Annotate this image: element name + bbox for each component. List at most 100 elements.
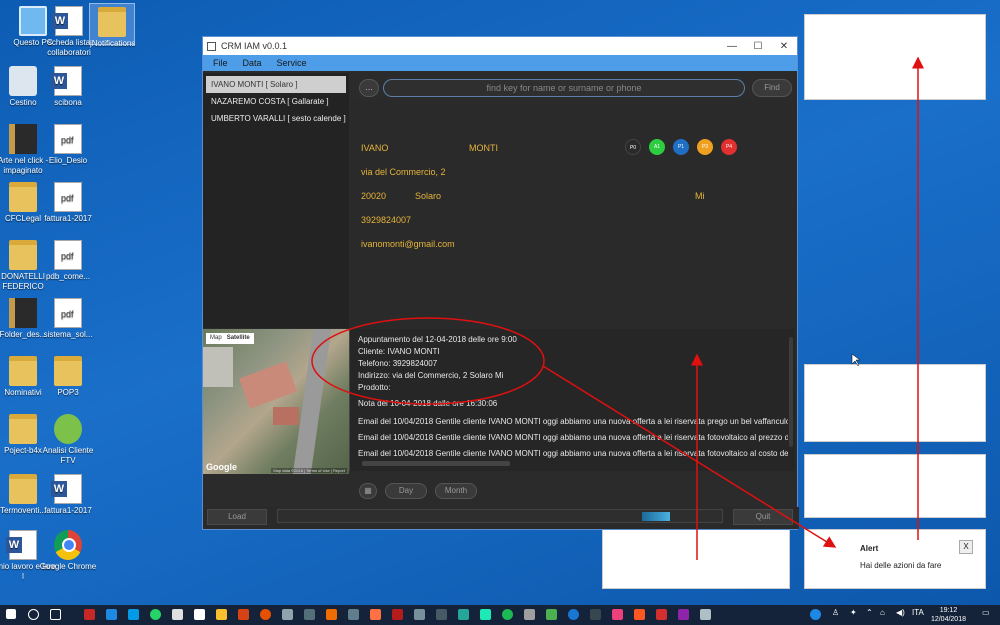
desktop-icon-label: sistema_sol... [43, 330, 93, 339]
field-city[interactable]: Solaro [415, 191, 441, 201]
tray-icon[interactable]: ✦ [850, 608, 857, 617]
desktop-icon-fattura1-archive[interactable]: fattura1-2017 [35, 474, 101, 516]
edge-icon[interactable] [568, 609, 579, 620]
menu-data[interactable]: Data [243, 58, 262, 68]
taskbar-app-icon[interactable] [524, 609, 535, 620]
whatsapp-icon[interactable] [150, 609, 161, 620]
taskbar-app-icon[interactable] [282, 609, 293, 620]
taskbar-app-icon[interactable] [458, 609, 469, 620]
taskbar-app-icon[interactable] [590, 609, 601, 620]
contact-list: IVANO MONTI [ Solaro ] NAZAREMO COSTA [ … [203, 73, 349, 328]
desktop-icon-elio-desio[interactable]: Elio_Desio [35, 124, 101, 166]
search-icon[interactable] [28, 609, 39, 620]
taskbar-app-icon[interactable] [238, 609, 249, 620]
maximize-button[interactable]: ☐ [745, 41, 771, 52]
desktop-icon-analisi-cliente[interactable]: Analisi Cliente FTV [35, 414, 101, 466]
google-logo: Google [206, 462, 237, 472]
desktop-icon-jnotifications[interactable]: jNotifications [89, 3, 135, 48]
chevron-up-icon[interactable]: ⌃ [866, 608, 873, 617]
note-line: Email del 10/04/2018 Gentile cliente IVA… [358, 417, 788, 426]
taskbar-app-icon[interactable] [106, 609, 117, 620]
calendar-icon[interactable]: ▦ [359, 483, 377, 499]
taskbar-app-icon[interactable] [480, 609, 491, 620]
taskbar-app-icon[interactable] [546, 609, 557, 620]
desktop-icon-label: Cestino [9, 98, 37, 107]
tray-icon[interactable]: ⌂ [880, 608, 885, 617]
priority-p4[interactable]: P4 [721, 139, 737, 155]
taskbar-app-icon[interactable] [304, 609, 315, 620]
desktop-icon-sistema-sol[interactable]: sistema_sol... [35, 298, 101, 340]
notes-panel[interactable]: Appuntamento del 12-04-2018 delle ore 9:… [349, 329, 795, 471]
contact-item[interactable]: IVANO MONTI [ Solaro ] [206, 76, 346, 93]
desktop-icon-fattura1-pdf[interactable]: fattura1-2017 [35, 182, 101, 224]
progress-fill [642, 512, 670, 521]
spotify-icon[interactable] [502, 609, 513, 620]
field-name[interactable]: IVANO [361, 143, 388, 153]
people-icon[interactable]: ♙ [832, 608, 839, 617]
taskbar-app-icon[interactable] [414, 609, 425, 620]
priority-p3[interactable]: P3 [697, 139, 713, 155]
notification-center-icon[interactable]: ▭ [982, 608, 990, 617]
close-button[interactable]: ✕ [771, 41, 797, 52]
month-button[interactable]: Month [435, 483, 477, 499]
file-explorer-icon[interactable] [216, 609, 227, 620]
taskbar-app-icon[interactable] [678, 609, 689, 620]
desktop-icon-google-chrome[interactable]: Google Chrome [35, 530, 101, 572]
skype-icon[interactable] [128, 609, 139, 620]
load-button[interactable]: Load [207, 509, 267, 525]
desktop-icon-label: jNotifications [90, 39, 136, 48]
clock[interactable]: 19:12 12/04/2018 [931, 606, 966, 624]
map-view[interactable]: Map Satellite Google Map data ©2018 | Te… [203, 329, 349, 474]
taskbar-app-icon[interactable] [656, 609, 667, 620]
taskbar-app-icon[interactable] [370, 609, 381, 620]
taskbar-app-icon[interactable] [326, 609, 337, 620]
desktop-icon-pdb-come[interactable]: pdb_come... [35, 240, 101, 282]
contact-item[interactable]: UMBERTO VARALLI [ sesto calende ] [203, 110, 349, 127]
taskbar-app-icon[interactable] [436, 609, 447, 620]
tab-satellite[interactable]: Satellite [227, 335, 250, 341]
java-app-icon[interactable] [700, 609, 711, 620]
priority-p0[interactable]: P0 [625, 139, 641, 155]
horizontal-scrollbar[interactable] [362, 461, 510, 466]
desktop-icon-pop3[interactable]: POP3 [35, 356, 101, 398]
note-line: Appuntamento del 12-04-2018 delle ore 9:… [358, 335, 517, 344]
language-indicator[interactable]: ITA [912, 608, 924, 617]
menu-service[interactable]: Service [277, 58, 307, 68]
task-view-icon[interactable] [50, 609, 61, 620]
windows-start-icon[interactable] [6, 609, 16, 619]
taskbar-app-icon[interactable] [84, 609, 95, 620]
help-icon[interactable] [810, 609, 821, 620]
search-input[interactable]: find key for name or surname or phone [383, 79, 745, 97]
menu-bar: File Data Service [203, 55, 797, 71]
desktop-icon-scibona[interactable]: scibona [35, 66, 101, 108]
word-icon [51, 66, 82, 96]
field-surname[interactable]: MONTI [469, 143, 498, 153]
taskbar-app-icon[interactable] [194, 609, 205, 620]
taskbar-app-icon[interactable] [392, 609, 403, 620]
field-email[interactable]: ivanomonti@gmail.com [361, 239, 455, 249]
field-address[interactable]: via del Commercio, 2 [361, 167, 446, 177]
field-cap[interactable]: 20020 [361, 191, 386, 201]
desktop-icon-label: Analisi Cliente FTV [42, 446, 94, 465]
taskbar-app-icon[interactable] [612, 609, 623, 620]
tab-map[interactable]: Map [210, 335, 222, 341]
find-button[interactable]: Find [752, 79, 792, 97]
volume-icon[interactable]: ◀) [896, 608, 905, 617]
menu-file[interactable]: File [213, 58, 228, 68]
vertical-scrollbar[interactable] [789, 337, 793, 447]
priority-a1[interactable]: A1 [649, 139, 665, 155]
taskbar-app-icon[interactable] [172, 609, 183, 620]
day-button[interactable]: Day [385, 483, 427, 499]
minimize-button[interactable]: — [719, 41, 745, 52]
field-phone[interactable]: 3929824007 [361, 215, 411, 225]
field-province[interactable]: Mi [695, 191, 705, 201]
priority-p1[interactable]: P1 [673, 139, 689, 155]
quit-button[interactable]: Quit [733, 509, 793, 525]
contact-item[interactable]: NAZAREMO COSTA [ Gallarate ] [203, 93, 349, 110]
more-button[interactable]: ... [359, 79, 379, 97]
folder-icon [9, 356, 37, 386]
chrome-icon[interactable] [260, 609, 271, 620]
alert-close-button[interactable]: X [959, 540, 973, 554]
taskbar-app-icon[interactable] [348, 609, 359, 620]
taskbar-app-icon[interactable] [634, 609, 645, 620]
